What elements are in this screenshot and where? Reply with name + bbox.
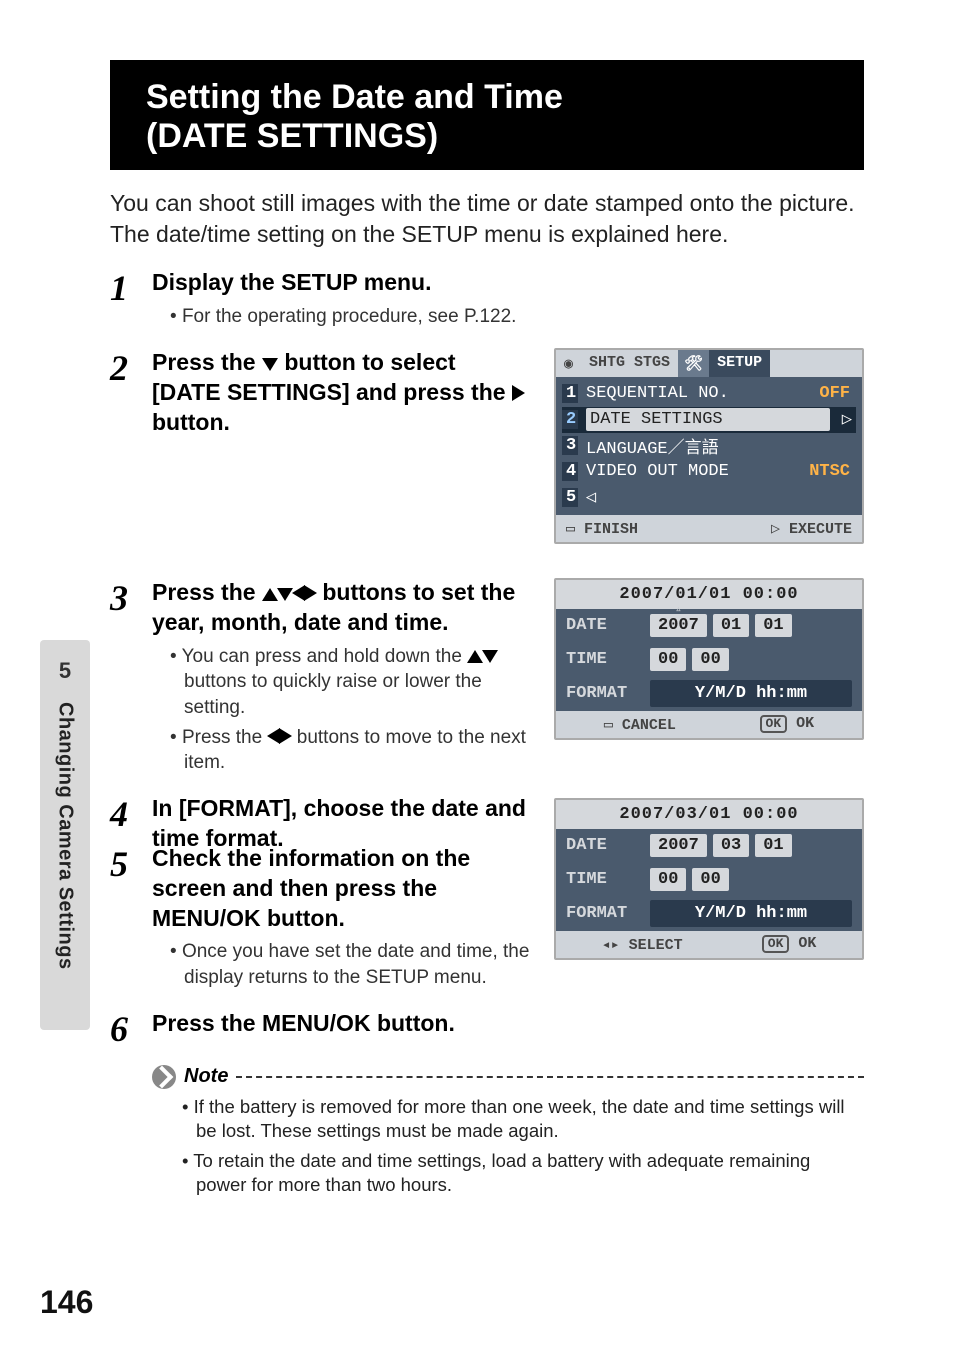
step-bullet: • You can press and hold down the button…: [170, 644, 530, 721]
title-line-1: Setting the Date and Time: [146, 78, 842, 117]
step-number: 2: [110, 350, 152, 386]
note-icon: [152, 1065, 176, 1089]
intro-line-2: The date/time setting on the SETUP menu …: [110, 219, 864, 250]
step-bullet: • For the operating procedure, see P.122…: [170, 304, 864, 330]
menu-item-selected: 2 DATE SETTINGS ▷: [562, 407, 856, 433]
right-arrow-icon: [279, 728, 292, 744]
dash-line: [236, 1076, 864, 1078]
note-block: Note • If the battery is removed for mor…: [152, 1065, 864, 1197]
step-6: 6 Press the MENU/OK button.: [110, 1009, 864, 1047]
step-heading: Display the SETUP menu.: [152, 268, 864, 298]
date-settings-screenshot-1: 2007/01/01 00:00 DATE 2007 01 01 TIME 00…: [554, 578, 864, 740]
step-heading: Check the information on the screen and …: [152, 844, 530, 934]
note-item: • To retain the date and time settings, …: [182, 1149, 864, 1197]
step-number: 1: [110, 270, 152, 306]
menu-item: 1 SEQUENTIAL NO. OFF: [562, 381, 856, 407]
page-title: Setting the Date and Time (DATE SETTINGS…: [110, 60, 864, 170]
step-heading: Press the MENU/OK button.: [152, 1009, 864, 1039]
up-arrow-icon: [262, 588, 278, 601]
note-label: Note: [184, 1065, 228, 1088]
step-number: 3: [110, 580, 152, 616]
tab-left-icon: ◉: [556, 350, 581, 377]
down-arrow-icon: [482, 650, 498, 663]
menu-item: 3 LANGUAGE／言語: [562, 433, 856, 459]
note-item: • If the battery is removed for more tha…: [182, 1095, 864, 1143]
side-tab-number: 5: [59, 658, 71, 684]
ds-header: 2007/03/01 00:00: [556, 800, 862, 829]
side-tab-label: Changing Camera Settings: [54, 702, 77, 970]
intro-text: You can shoot still images with the time…: [110, 188, 864, 250]
step-heading: Press the buttons to set the year, month…: [152, 578, 530, 638]
setup-menu-screenshot: ◉ SHTG STGS 🛠 SETUP 1 SEQUENTIAL NO. OFF…: [554, 348, 864, 544]
step-heading: Press the button to select [DATE SETTING…: [152, 348, 530, 438]
ok-icon: OK: [760, 715, 788, 733]
down-arrow-icon: [277, 588, 293, 601]
tab-setup: SETUP: [709, 350, 770, 377]
step-2: 2 Press the button to select [DATE SETTI…: [110, 348, 864, 564]
side-tab: 5 Changing Camera Settings: [40, 640, 90, 1030]
menu-footer: ▭ FINISH ▷ EXECUTE: [556, 515, 862, 542]
ds-date-row: DATE 2007 01 01: [556, 609, 862, 643]
menu-item: 4 VIDEO OUT MODE NTSC: [562, 459, 856, 485]
ds-format-row: FORMAT Y/M/D hh:mm: [556, 677, 862, 711]
page-number: 146: [40, 1284, 93, 1321]
ds-time-row: TIME 00 00: [556, 643, 862, 677]
step-1: 1 Display the SETUP menu. • For the oper…: [110, 268, 864, 334]
wrench-icon: 🛠: [678, 350, 709, 377]
step-number: 5: [110, 846, 152, 882]
step-bullet: • Press the buttons to move to the next …: [170, 725, 530, 776]
up-arrow-icon: [467, 650, 483, 663]
right-arrow-icon: [512, 385, 525, 401]
step-bullet: • Once you have set the date and time, t…: [170, 939, 530, 990]
menu-list: 1 SEQUENTIAL NO. OFF 2 DATE SETTINGS ▷ 3…: [556, 377, 862, 515]
ds-header: 2007/01/01 00:00: [556, 580, 862, 609]
execute-arrow-icon: ▷: [838, 409, 856, 430]
step-number: 4: [110, 796, 152, 832]
down-arrow-icon: [262, 358, 278, 371]
menu-item: 5 ◁: [562, 485, 856, 511]
title-line-2: (DATE SETTINGS): [146, 117, 842, 156]
ds-footer: ▭ CANCEL OK OK: [556, 711, 862, 738]
menu-tab-bar: ◉ SHTG STGS 🛠 SETUP: [556, 350, 862, 377]
step-number: 6: [110, 1011, 152, 1047]
intro-line-1: You can shoot still images with the time…: [110, 188, 864, 219]
step-3: 3 Press the buttons to set the year, mon…: [110, 578, 864, 780]
tab-shtg: SHTG STGS: [581, 350, 678, 377]
